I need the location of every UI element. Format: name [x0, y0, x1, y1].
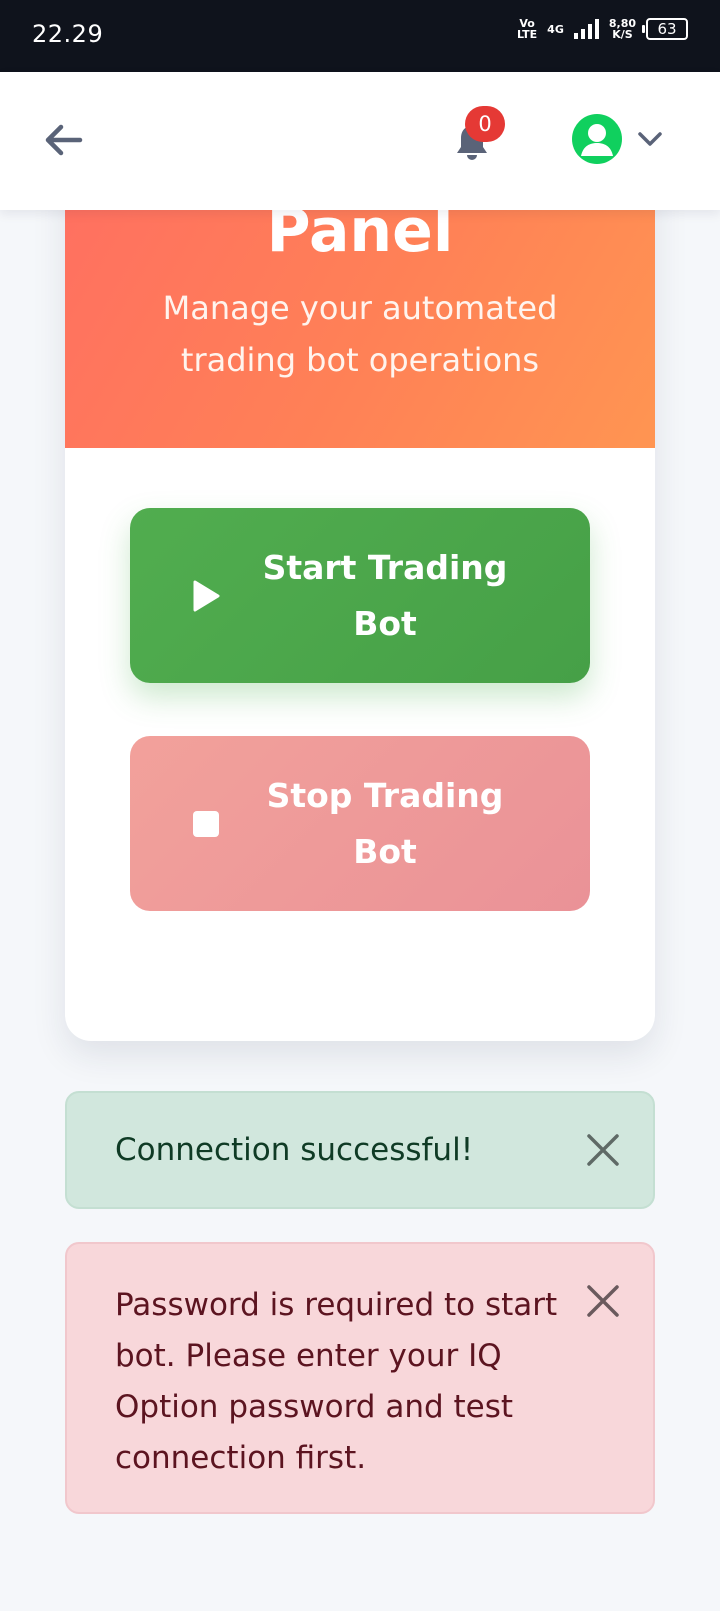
signal-icon	[573, 19, 599, 39]
network-type: 4G	[547, 22, 564, 36]
close-icon	[587, 1134, 619, 1166]
play-icon	[190, 580, 222, 612]
start-trading-bot-button[interactable]: Start Trading Bot	[130, 508, 590, 683]
battery-icon: 63	[642, 18, 688, 40]
chevron-down-icon	[636, 125, 664, 153]
close-error-alert-button[interactable]	[583, 1281, 623, 1321]
notification-count-badge: 0	[465, 106, 505, 142]
error-alert: Password is required to start bot. Pleas…	[65, 1242, 655, 1514]
top-navbar: 0	[0, 72, 720, 210]
close-success-alert-button[interactable]	[583, 1130, 623, 1170]
success-alert: Connection successful!	[65, 1091, 655, 1209]
user-menu[interactable]	[572, 114, 664, 164]
network-speed: 8,80 K/S	[609, 18, 636, 40]
status-icons: Vo LTE 4G 8,80 K/S 63	[517, 18, 688, 40]
start-button-label: Start Trading Bot	[262, 547, 508, 643]
stop-trading-bot-button[interactable]: Stop Trading Bot	[130, 736, 590, 911]
user-icon	[572, 114, 622, 164]
bot-control-card: Panel Manage your automated trading bot …	[65, 150, 655, 1041]
status-time: 22.29	[32, 20, 104, 48]
stop-icon	[190, 808, 222, 840]
close-icon	[587, 1285, 619, 1317]
back-button[interactable]	[40, 116, 88, 164]
speed-unit: K/S	[612, 28, 633, 41]
volte-bottom: LTE	[516, 28, 538, 41]
stop-button-label: Stop Trading Bot	[266, 775, 504, 871]
status-bar: 22.29 Vo LTE 4G 8,80 K/S 63	[0, 0, 720, 72]
volte-indicator: Vo LTE	[517, 18, 537, 40]
success-alert-message: Connection successful!	[115, 1132, 474, 1168]
page-subtitle: Manage your automated trading bot operat…	[162, 289, 558, 379]
arrow-left-icon	[45, 124, 83, 156]
error-alert-message: Password is required to start bot. Pleas…	[115, 1287, 558, 1476]
